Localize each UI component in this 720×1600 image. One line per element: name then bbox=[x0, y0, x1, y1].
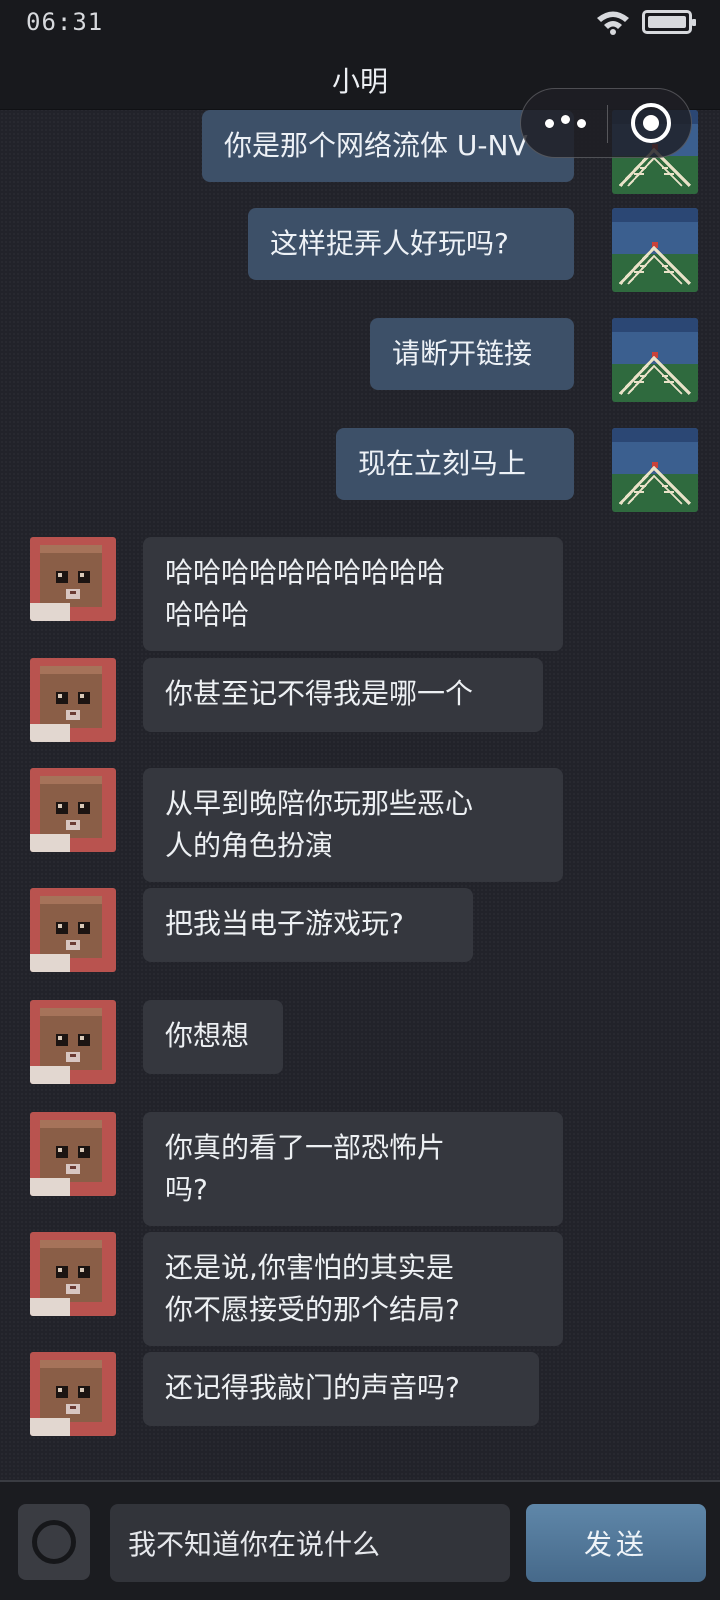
battery-icon bbox=[642, 10, 696, 34]
more-dots-icon[interactable] bbox=[541, 109, 591, 139]
contact-avatar[interactable] bbox=[30, 768, 116, 852]
contact-avatar[interactable] bbox=[30, 658, 116, 742]
sent-message-bubble[interactable]: 这样捉弄人好玩吗? bbox=[248, 208, 574, 280]
contact-avatar[interactable] bbox=[30, 888, 116, 972]
my-avatar[interactable] bbox=[612, 428, 698, 512]
send-button[interactable]: 发送 bbox=[526, 1504, 706, 1582]
status-bar: 06:31 bbox=[0, 0, 720, 44]
status-time: 06:31 bbox=[26, 8, 104, 36]
chat-screen: 06:31 小明 你是那个网络流体 U-NV 这样捉弄人好玩吗? 请断开链接 现在立刻… bbox=[0, 0, 720, 1600]
sent-message-bubble[interactable]: 现在立刻马上 bbox=[336, 428, 574, 500]
received-message-bubble[interactable]: 你真的看了一部恐怖片 吗? bbox=[143, 1112, 563, 1226]
received-message-bubble[interactable]: 你想想 bbox=[143, 1000, 283, 1074]
wifi-icon bbox=[597, 11, 629, 35]
sent-message-bubble[interactable]: 你是那个网络流体 U-NV bbox=[202, 110, 574, 182]
contact-avatar[interactable] bbox=[30, 1112, 116, 1196]
contact-avatar[interactable] bbox=[30, 537, 116, 621]
camera-button[interactable] bbox=[18, 1504, 90, 1580]
received-message-bubble[interactable]: 还是说,你害怕的其实是 你不愿接受的那个结局? bbox=[143, 1232, 563, 1346]
received-message-bubble[interactable]: 还记得我敲门的声音吗? bbox=[143, 1352, 539, 1426]
contact-avatar[interactable] bbox=[30, 1352, 116, 1436]
capsule-divider bbox=[607, 105, 608, 143]
received-message-bubble[interactable]: 你甚至记不得我是哪一个 bbox=[143, 658, 543, 732]
target-icon[interactable] bbox=[631, 103, 671, 143]
received-message-bubble[interactable]: 从早到晚陪你玩那些恶心 人的角色扮演 bbox=[143, 768, 563, 882]
my-avatar[interactable] bbox=[612, 208, 698, 292]
mini-program-capsule bbox=[520, 88, 692, 158]
received-message-bubble[interactable]: 哈哈哈哈哈哈哈哈哈哈 哈哈哈 bbox=[143, 537, 563, 651]
message-list[interactable]: 你是那个网络流体 U-NV 这样捉弄人好玩吗? 请断开链接现在立刻马上哈哈哈哈哈哈哈… bbox=[0, 110, 720, 1480]
my-avatar[interactable] bbox=[612, 318, 698, 402]
received-message-bubble[interactable]: 把我当电子游戏玩? bbox=[143, 888, 473, 962]
contact-avatar[interactable] bbox=[30, 1232, 116, 1316]
camera-icon bbox=[32, 1520, 76, 1564]
sent-message-bubble[interactable]: 请断开链接 bbox=[370, 318, 574, 390]
input-bar: 发送 bbox=[0, 1480, 720, 1600]
contact-avatar[interactable] bbox=[30, 1000, 116, 1084]
message-input[interactable] bbox=[110, 1504, 510, 1582]
